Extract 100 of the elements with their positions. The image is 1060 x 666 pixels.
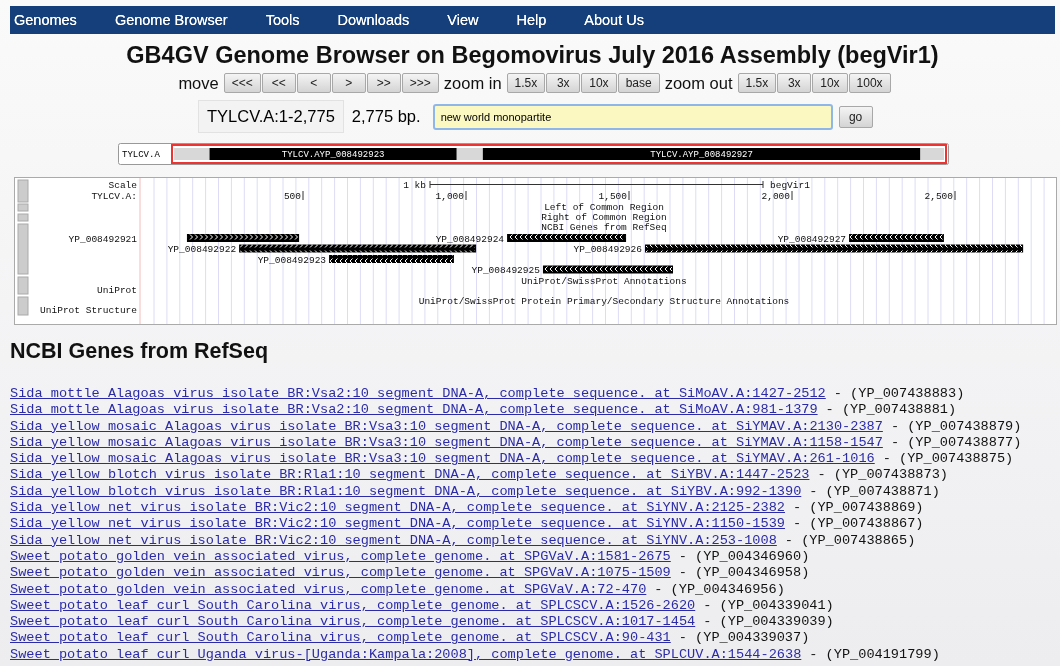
ruler-tick	[628, 190, 630, 201]
gene-link[interactable]: Sida yellow net virus isolate BR:Vic2:10 segment DNA-A, complete sequence. at SiYNV.A:2125-2382	[10, 500, 785, 517]
band-label: TYLCV.AYP_008492923	[281, 150, 385, 160]
control-label: move	[178, 73, 219, 93]
track-title: NCBI Genes from RefSeq	[541, 222, 667, 233]
ruler-tick	[302, 190, 304, 201]
accession-text: - (YP_004339039)	[703, 614, 834, 631]
track-title: UniProt/SwissProt Annotations	[521, 276, 687, 287]
ruler-number: 1,500	[598, 191, 627, 202]
gene-link[interactable]: Sida yellow mosaic Alagoas virus isolate BR:Vsa3:10 segment DNA-A, complete sequence. at SiYMAV.A:1158-1547	[10, 434, 883, 452]
scale-text: 1 kb	[403, 180, 426, 191]
accession-text: - (YP_007438877)	[890, 434, 1022, 452]
track-handle[interactable]	[17, 203, 29, 212]
track-label: UniProt	[97, 285, 137, 296]
gene-link[interactable]: Sweet potato leaf curl South Carolina virus, complete genome. at SPLCSCV.A:90-431	[10, 630, 671, 647]
gene-feature[interactable]	[542, 265, 673, 274]
gene-link[interactable]: Sida yellow net virus isolate BR:Vic2:10 segment DNA-A, complete sequence. at SiYNV.A:1150-1539	[10, 516, 785, 533]
gene-label: YP_008492925	[471, 265, 540, 276]
move-button[interactable]: >	[331, 73, 366, 93]
menu-item[interactable]: Genome Browser	[114, 12, 228, 28]
gene-label: YP_008492924	[435, 233, 505, 245]
gene-link[interactable]: Sida yellow mosaic Alagoas virus isolate BR:Vsa3:10 segment DNA-A, complete sequence. at SiYMAV.A:261-1016	[10, 451, 875, 468]
gene-label: YP_008492927	[777, 233, 847, 245]
section-heading: NCBI Genes from RefSeq	[10, 339, 270, 364]
assembly-text: begVir1	[770, 180, 810, 191]
gene-feature[interactable]	[849, 234, 944, 242]
accession-text: - (YP_007438873)	[817, 467, 948, 484]
gene-label: YP_008492926	[573, 244, 642, 255]
move-button[interactable]: >>	[366, 73, 401, 93]
gene-link[interactable]: Sida mottle Alagoas virus isolate BR:Vsa2:10 segment DNA-A, complete sequence. at SiMoAV.A:1427-2512	[10, 386, 826, 403]
menu-item[interactable]: View	[447, 12, 479, 28]
search-field[interactable]: new world monopartite	[432, 103, 833, 130]
accession-text: - (YP_007438881)	[825, 402, 957, 419]
zoom-in-button[interactable]: base	[617, 73, 660, 93]
menu-item[interactable]: Tools	[265, 12, 300, 28]
gene-label: YP_008492922	[167, 244, 237, 255]
accession-text: - (YP_007438867)	[793, 516, 924, 533]
accession-text: - (YP_004339041)	[703, 597, 834, 615]
gene-link[interactable]: Sweet potato golden vein associated virus, complete genome. at SPGVaV.A:1581-2675	[10, 548, 671, 566]
chromosome-label: TYLCV.A	[122, 150, 160, 160]
menu-item[interactable]: About Us	[584, 12, 644, 28]
gene-link[interactable]: Sweet potato leaf curl South Carolina virus, complete genome. at SPLCSCV.A:1526-2620	[10, 597, 696, 615]
move-button[interactable]: <<	[261, 73, 296, 93]
control-label: zoom out	[664, 73, 733, 93]
zoom-out-button[interactable]: 1.5x	[737, 73, 777, 93]
accession-text: - (YP_007438879)	[890, 418, 1022, 435]
move-button[interactable]: <	[296, 73, 331, 93]
zoom-out-button[interactable]: 10x	[812, 73, 848, 93]
ruler-number: 2,500	[924, 191, 953, 202]
accession-text: - (YP_004191799)	[809, 646, 940, 664]
gene-link[interactable]: Sida mottle Alagoas virus isolate BR:Vsa2:10 segment DNA-A, complete sequence. at SiMoAV.A:981-1379	[10, 402, 818, 419]
ruler-tick	[465, 190, 467, 201]
gene-label: YP_008492921	[68, 233, 137, 245]
move-button[interactable]: <<<	[223, 73, 261, 93]
track-handle[interactable]	[17, 213, 29, 222]
control-label: zoom in	[443, 73, 502, 93]
gene-link[interactable]: Sweet potato leaf curl South Carolina virus, complete genome. at SPLCSCV.A:1017-1454	[10, 614, 696, 631]
position-text: TYLCV.A:1-2,775	[198, 100, 344, 133]
ruler-number: 500	[283, 191, 301, 202]
gene-feature[interactable]	[644, 244, 1024, 253]
accession-text: - (YP_004339037)	[678, 630, 810, 647]
gene-link[interactable]: Sida yellow blotch virus isolate BR:Rla1:10 segment DNA-A, complete sequence. at SiYBV.A:1447-2523	[10, 467, 810, 484]
gene-link[interactable]: Sida yellow mosaic Alagoas virus isolate BR:Vsa3:10 segment DNA-A, complete sequence. at SiYMAV.A:2130-2387	[10, 418, 883, 435]
track-title: Left of Common Region	[544, 202, 664, 213]
track-label: TYLCV.A:	[91, 191, 137, 202]
gene-link[interactable]: Sweet potato golden vein associated virus, complete genome. at SPGVaV.A:72-470	[10, 581, 647, 598]
accession-text: - (YP_007438875)	[882, 451, 1014, 468]
accession-text: - (YP_007438865)	[784, 532, 916, 549]
menu-item[interactable]: Genomes	[14, 12, 77, 28]
track-title: UniProt/SwissProt Protein Primary/Secondary Structure Annotations	[418, 296, 790, 307]
ruler-number: 1,000	[435, 191, 464, 202]
gene-label: YP_008492923	[257, 254, 327, 266]
gene-link[interactable]: Sweet potato golden vein associated virus, complete genome. at SPGVaV.A:1075-1509	[10, 565, 671, 582]
track-title: Right of Common Region	[541, 212, 667, 223]
move-button[interactable]: >>>	[401, 73, 439, 93]
ruler-tick	[954, 190, 956, 201]
accession-text: - (YP_007438869)	[793, 500, 924, 517]
accession-text: - (YP_007438871)	[809, 483, 940, 501]
zoom-out-button[interactable]: 3x	[777, 73, 812, 93]
gene-link[interactable]: Sweet potato leaf curl Uganda virus-[Uganda:Kampala:2008], complete genome. at SPLCUV.A:1544-2638	[10, 646, 802, 664]
go-button[interactable]: go	[838, 105, 873, 128]
gene-link[interactable]: Sida yellow net virus isolate BR:Vic2:10 segment DNA-A, complete sequence. at SiYNV.A:253-1008	[10, 532, 777, 549]
gene-feature[interactable]	[239, 244, 477, 253]
gene-feature[interactable]	[507, 234, 627, 242]
band-label: TYLCV.AYP_008492927	[650, 150, 753, 160]
gene-feature[interactable]	[329, 255, 454, 263]
gene-link[interactable]: Sida yellow blotch virus isolate BR:Rla1:10 segment DNA-A, complete sequence. at SiYBV.A:992-1390	[10, 483, 802, 501]
zoom-in-button[interactable]: 1.5x	[506, 73, 546, 93]
ruler-tick	[791, 190, 793, 201]
menu-item[interactable]: Downloads	[337, 12, 410, 28]
page-title: GB4GV Genome Browser on Begomovirus July 2016 Assembly (begVir1)	[125, 42, 940, 69]
accession-text: - (YP_004346956)	[654, 581, 785, 598]
ruler-number: 2,000	[761, 191, 790, 202]
accession-text: - (YP_004346960)	[678, 548, 810, 566]
track-label: UniProt Structure	[40, 305, 137, 316]
zoom-in-button[interactable]: 10x	[581, 73, 617, 93]
zoom-out-button[interactable]: 100x	[848, 73, 891, 93]
accession-text: - (YP_007438883)	[833, 386, 965, 403]
menu-item[interactable]: Help	[516, 12, 547, 28]
zoom-in-button[interactable]: 3x	[546, 73, 581, 93]
